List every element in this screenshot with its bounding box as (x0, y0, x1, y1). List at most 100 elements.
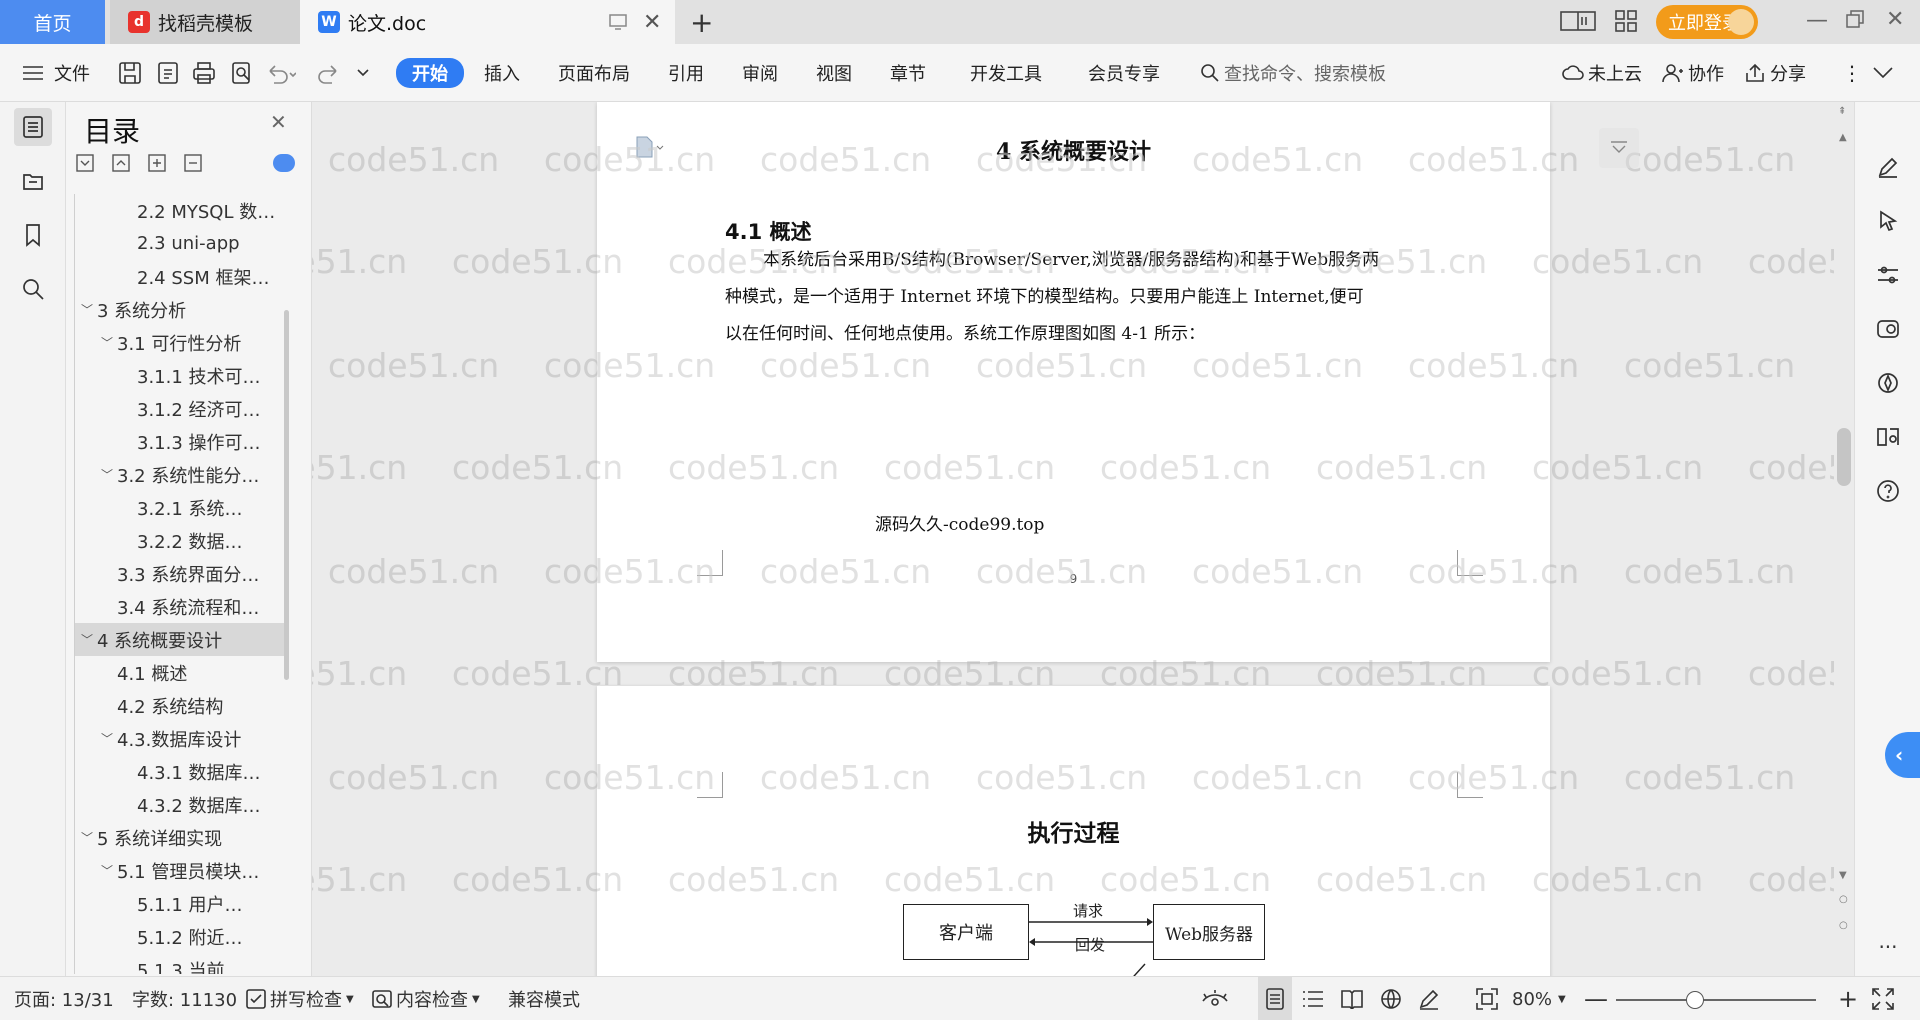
image-tool-icon[interactable] (1871, 312, 1905, 346)
toc-item[interactable]: ﹀ 3.1 可行性分析 (75, 326, 288, 359)
fullscreen-icon[interactable] (1872, 977, 1894, 1020)
chevron-down-icon[interactable]: ﹀ (99, 466, 115, 483)
print-icon[interactable] (192, 44, 216, 102)
tab-document[interactable]: W 论文.doc ✕ (300, 0, 675, 44)
toc-item[interactable]: 4.3.1 数据库… (75, 755, 288, 788)
scroll-thumb[interactable] (1837, 428, 1851, 486)
write-mode-icon[interactable] (1418, 977, 1440, 1020)
minimize-icon[interactable]: — (1806, 8, 1828, 33)
close-tab-icon[interactable]: ✕ (643, 10, 661, 35)
collapse-ribbon-icon[interactable] (1872, 44, 1894, 102)
add-heading-icon[interactable] (148, 154, 166, 177)
toc-item[interactable]: 3.2.2 数据… (75, 524, 288, 557)
page-view-icon[interactable] (1258, 977, 1292, 1020)
zoom-slider-handle[interactable] (1686, 991, 1704, 1009)
toc-item[interactable]: 2.4 SSM 框架… (75, 260, 288, 293)
toc-item[interactable]: ﹀ 3.2 系统性能分… (75, 458, 288, 491)
toc-item[interactable]: ﹀ 5.1 管理员模块… (75, 854, 288, 887)
tab-dev-tools[interactable]: 开发工具 (970, 44, 1042, 102)
more-options-icon[interactable]: ⋮ (1842, 44, 1862, 102)
collapse-all-icon[interactable] (112, 154, 130, 177)
screen-icon[interactable] (608, 12, 628, 37)
cloud-status-button[interactable]: 未上云 (1562, 44, 1642, 102)
word-count[interactable]: 字数: 11130 (132, 977, 237, 1020)
reading-icon[interactable] (1871, 420, 1905, 454)
command-search[interactable]: 查找命令、搜索模板 (1200, 44, 1386, 102)
login-button[interactable]: 立即登录 (1656, 5, 1758, 39)
pen-icon[interactable] (1871, 150, 1905, 184)
apps-grid-icon[interactable] (1615, 10, 1637, 37)
zoom-level[interactable]: 80% ▼ (1512, 977, 1566, 1020)
collab-button[interactable]: 协作 (1662, 44, 1724, 102)
smart-toc-icon[interactable] (273, 154, 295, 172)
close-window-icon[interactable]: ✕ (1886, 7, 1904, 32)
undo-icon[interactable] (266, 44, 296, 102)
toc-item[interactable]: 4.1 概述 (75, 656, 288, 689)
toc-item[interactable]: 3.1.3 操作可… (75, 425, 288, 458)
select-pointer-icon[interactable] (1871, 204, 1905, 238)
tab-page-layout[interactable]: 页面布局 (558, 44, 630, 102)
toc-item[interactable]: 4.2 系统结构 (75, 689, 288, 722)
tab-start[interactable]: 开始 (396, 58, 464, 88)
tab-chapter[interactable]: 章节 (890, 44, 926, 102)
web-view-icon[interactable] (1380, 977, 1402, 1020)
customize-dropdown-icon[interactable] (356, 44, 370, 102)
toc-panel-icon[interactable] (14, 108, 52, 146)
expand-all-icon[interactable] (76, 154, 94, 177)
chevron-down-icon[interactable]: ﹀ (79, 829, 95, 846)
spell-check-button[interactable]: 拼写检查 ▼ (246, 977, 354, 1020)
layout-icon[interactable] (1560, 10, 1596, 37)
toc-item[interactable]: 2.2 MYSQL 数… (75, 194, 288, 227)
chevron-down-icon[interactable]: ﹀ (79, 631, 95, 648)
toc-item[interactable]: ﹀ 4 系统概要设计 (75, 623, 288, 656)
compat-mode-label[interactable]: 兼容模式 (508, 977, 580, 1020)
next-page-icon[interactable]: ○ (1839, 920, 1848, 931)
toc-item[interactable]: ﹀ 3 系统分析 (75, 293, 288, 326)
eye-protection-icon[interactable] (1202, 977, 1228, 1020)
tab-reference[interactable]: 引用 (668, 44, 704, 102)
chevron-down-icon[interactable]: ﹀ (99, 334, 115, 351)
toc-item[interactable]: 2.3 uni-app (75, 227, 288, 260)
remove-heading-icon[interactable] (184, 154, 202, 177)
toc-item[interactable]: 5.1.3 当前… (75, 953, 288, 975)
outline-view-icon[interactable] (1302, 977, 1324, 1020)
toc-item[interactable]: 3.1.1 技术可… (75, 359, 288, 392)
help-icon[interactable] (1871, 474, 1905, 508)
toc-item[interactable]: ﹀ 5 系统详细实现 (75, 821, 288, 854)
print-preview-icon[interactable] (230, 44, 254, 102)
toc-item[interactable]: 3.1.2 经济可… (75, 392, 288, 425)
filter-icon[interactable] (1599, 128, 1639, 168)
toc-close-icon[interactable]: ✕ (270, 110, 287, 134)
bookmark-icon[interactable] (14, 216, 52, 254)
page-indicator[interactable]: 页面: 13/31 (14, 977, 114, 1020)
redo-icon[interactable] (316, 44, 340, 102)
new-tab-icon[interactable]: + (690, 6, 713, 39)
toc-item[interactable]: 5.1.2 附近… (75, 920, 288, 953)
tab-insert[interactable]: 插入 (484, 44, 520, 102)
share-button[interactable]: 分享 (1744, 44, 1806, 102)
save-icon[interactable] (118, 44, 142, 102)
toc-scrollbar[interactable] (284, 310, 289, 680)
content-check-button[interactable]: 内容检查 ▼ (372, 977, 480, 1020)
settings-sliders-icon[interactable] (1871, 258, 1905, 292)
expand-panel-icon[interactable]: ‹ (1885, 732, 1920, 778)
zoom-slider-track[interactable] (1616, 999, 1816, 1001)
toc-item[interactable]: 5.1.1 用户… (75, 887, 288, 920)
reading-mode-icon[interactable] (1340, 977, 1364, 1020)
document-scrollbar[interactable]: ⇞ ▲ ▼ ○ ○ (1834, 102, 1854, 976)
export-pdf-icon[interactable] (156, 44, 180, 102)
scroll-down-icon[interactable]: ▼ (1839, 870, 1847, 881)
toc-item[interactable]: ﹀ 4.3.数据库设计 (75, 722, 288, 755)
location-icon[interactable] (1871, 366, 1905, 400)
toc-item[interactable]: 3.3 系统界面分… (75, 557, 288, 590)
more-tools-icon[interactable]: ··· (1871, 930, 1905, 964)
tab-home[interactable]: 首页 (0, 0, 105, 44)
toc-item[interactable]: 3.4 系统流程和… (75, 590, 288, 623)
chevron-down-icon[interactable]: ﹀ (99, 862, 115, 879)
scroll-up-icon[interactable]: ▲ (1839, 132, 1847, 143)
chevron-down-icon[interactable]: ﹀ (99, 730, 115, 747)
toc-item[interactable]: 3.2.1 系统… (75, 491, 288, 524)
chevron-down-icon[interactable]: ﹀ (79, 301, 95, 318)
tab-member[interactable]: 会员专享 (1088, 44, 1160, 102)
tab-review[interactable]: 审阅 (742, 44, 778, 102)
